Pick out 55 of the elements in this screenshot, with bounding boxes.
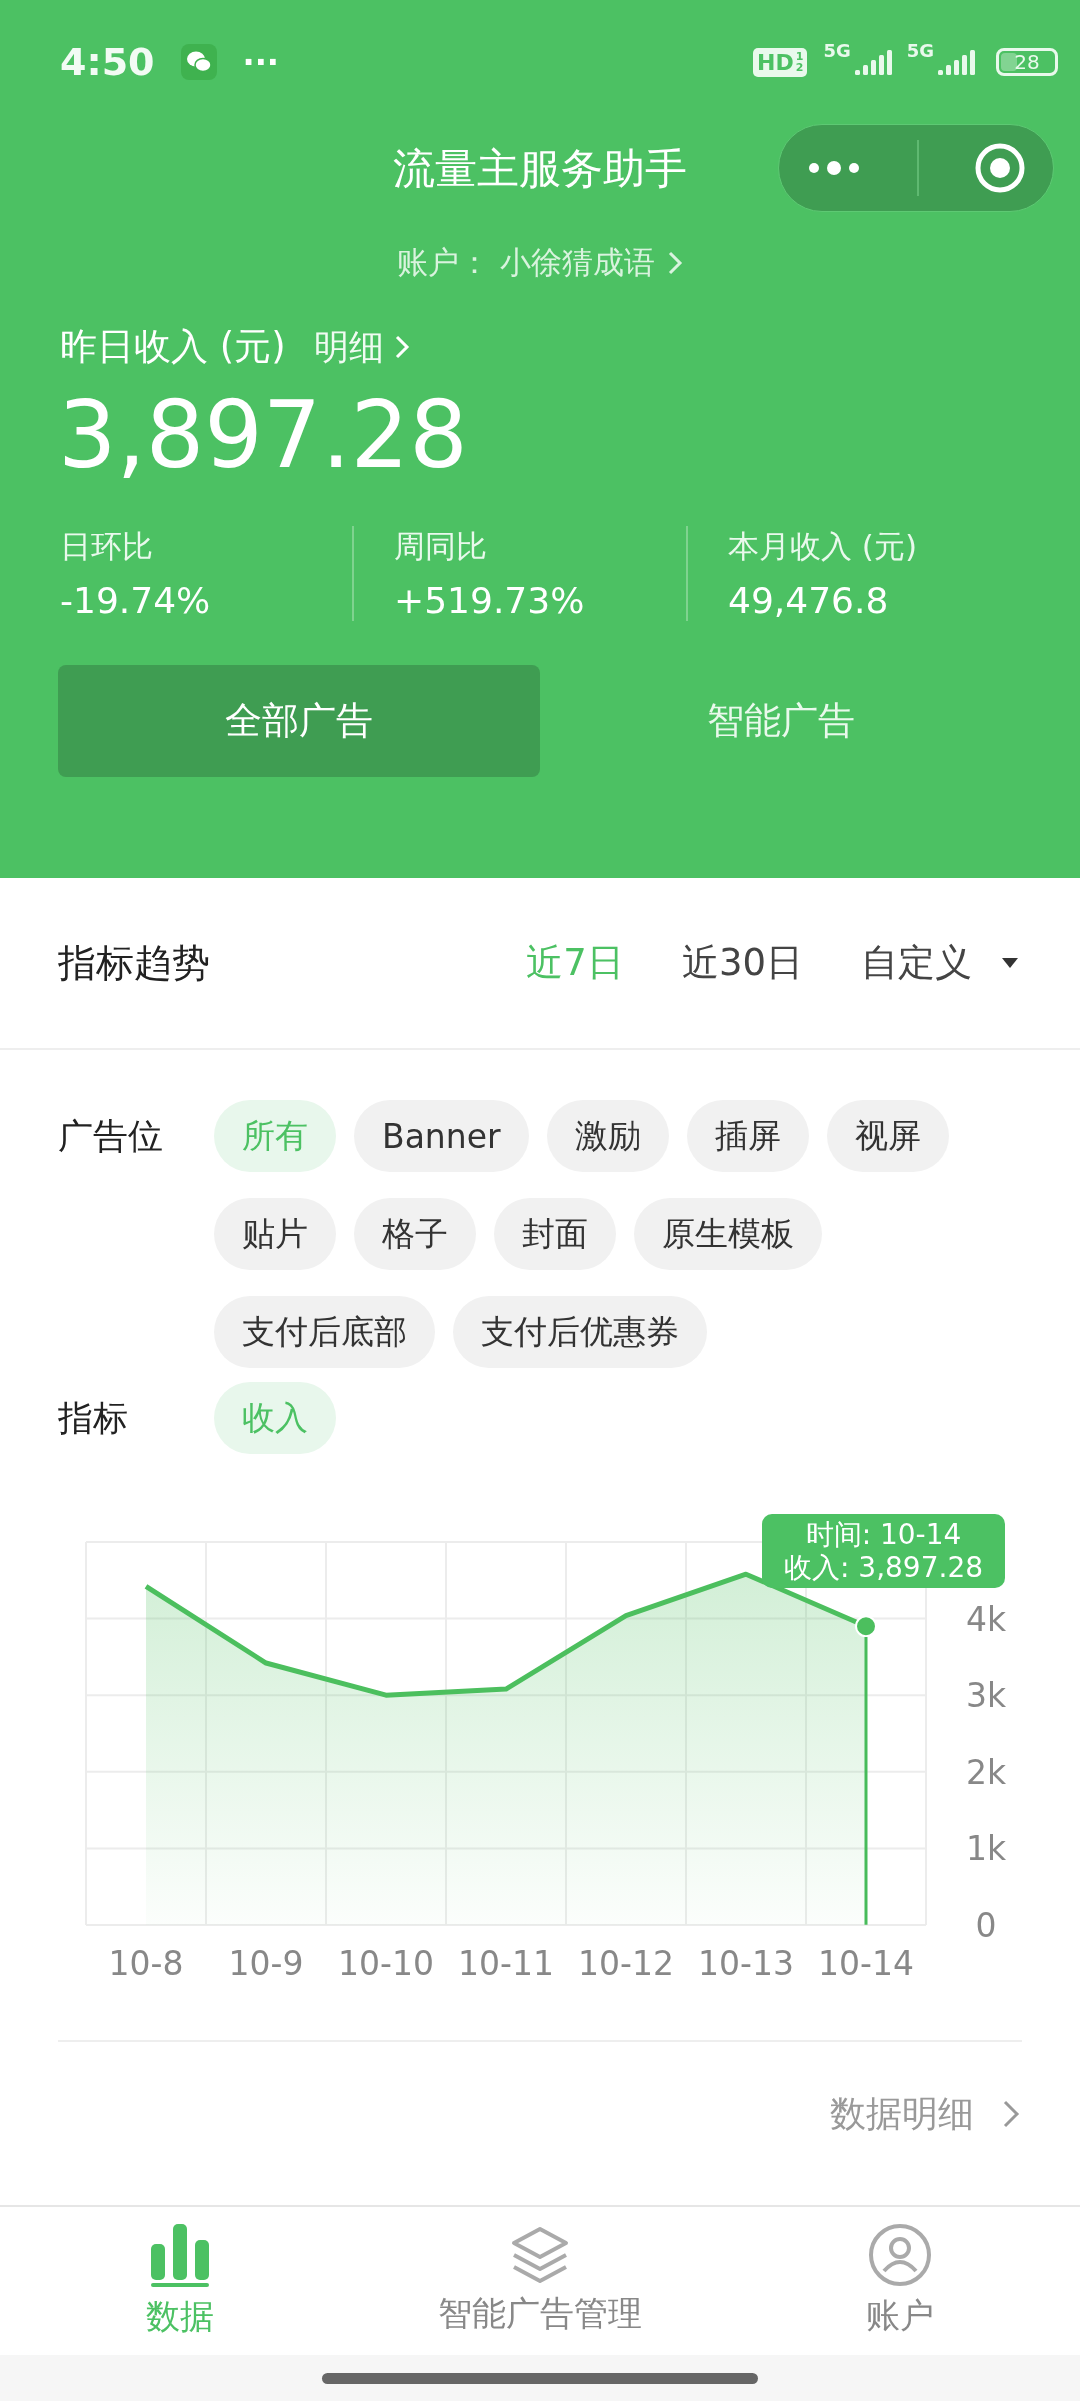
x-axis-label: 10-8: [108, 1944, 184, 1983]
chevron-right-icon: [393, 333, 410, 361]
y-axis-label: 2k: [965, 1752, 1007, 1792]
income-label: 昨日收入 (元): [60, 324, 286, 370]
y-axis-label: 3k: [965, 1676, 1007, 1716]
user-icon: [868, 2223, 932, 2287]
x-axis-label: 10-11: [458, 1944, 554, 1983]
layers-icon: [510, 2225, 570, 2285]
signal-icon: [852, 47, 895, 77]
filter-chip[interactable]: 封面: [494, 1198, 616, 1270]
stat-label: 日环比: [60, 527, 154, 566]
network-type: 5G: [906, 40, 934, 61]
x-axis-label: 10-12: [578, 1944, 674, 1983]
stat-label: 本月收入 (元): [728, 527, 919, 566]
filter-label: 指标: [58, 1397, 129, 1440]
filter-chip[interactable]: 原生模板: [634, 1198, 822, 1270]
bottom-tab[interactable]: 账户: [720, 2207, 1080, 2355]
filter-chip[interactable]: 视屏: [826, 1100, 949, 1172]
x-axis-label: 10-13: [698, 1944, 794, 1983]
filter-label: 广告位: [58, 1115, 164, 1158]
bottom-tab[interactable]: 智能广告管理: [360, 2207, 720, 2355]
stat-value: +519.73%: [394, 580, 586, 621]
status-time: 4:50: [60, 40, 155, 84]
x-axis-label: 10-10: [338, 1944, 434, 1983]
network-type: 5G: [823, 40, 851, 61]
bar-chart-icon: [149, 2222, 211, 2288]
date-range-tab[interactable]: 自定义: [861, 938, 1020, 988]
filter-chip[interactable]: Banner: [354, 1100, 529, 1172]
battery-indicator: 28: [996, 48, 1058, 76]
y-axis-label: 0: [975, 1906, 997, 1945]
filter-chip[interactable]: 支付后优惠券: [453, 1296, 707, 1368]
chevron-right-icon: [666, 250, 683, 276]
filter-chip[interactable]: 插屏: [686, 1100, 809, 1172]
y-axis-label: 1k: [965, 1829, 1007, 1869]
date-range-tab[interactable]: 近30日: [681, 938, 803, 988]
chat-app-icon: [180, 44, 217, 80]
y-axis-label: 4k: [965, 1599, 1007, 1639]
signal-icon: [936, 47, 978, 77]
filter-chip[interactable]: 激励: [546, 1100, 669, 1172]
filter-chip[interactable]: 支付后底部: [214, 1296, 435, 1368]
chart-tooltip: 时间: 10-14 收入: 3,897.28: [762, 1514, 1006, 1588]
app-title: 流量主服务助手: [393, 143, 687, 195]
filter-chip[interactable]: 格子: [354, 1198, 476, 1270]
data-point: [855, 1615, 877, 1638]
stat-value: -19.74%: [60, 580, 212, 621]
stat-value: 49,476.8: [728, 580, 890, 621]
chevron-right-icon: [1002, 2098, 1020, 2130]
dropdown-caret-icon: [1000, 957, 1020, 969]
section-title: 指标趋势: [58, 939, 210, 987]
x-axis-label: 10-14: [818, 1944, 914, 1983]
notification-dots: ···: [242, 43, 279, 81]
filter-chip[interactable]: 贴片: [214, 1198, 336, 1270]
stat-label: 周同比: [394, 527, 488, 566]
x-axis-label: 10-9: [228, 1944, 304, 1983]
income-amount: 3,897.28: [58, 386, 469, 486]
